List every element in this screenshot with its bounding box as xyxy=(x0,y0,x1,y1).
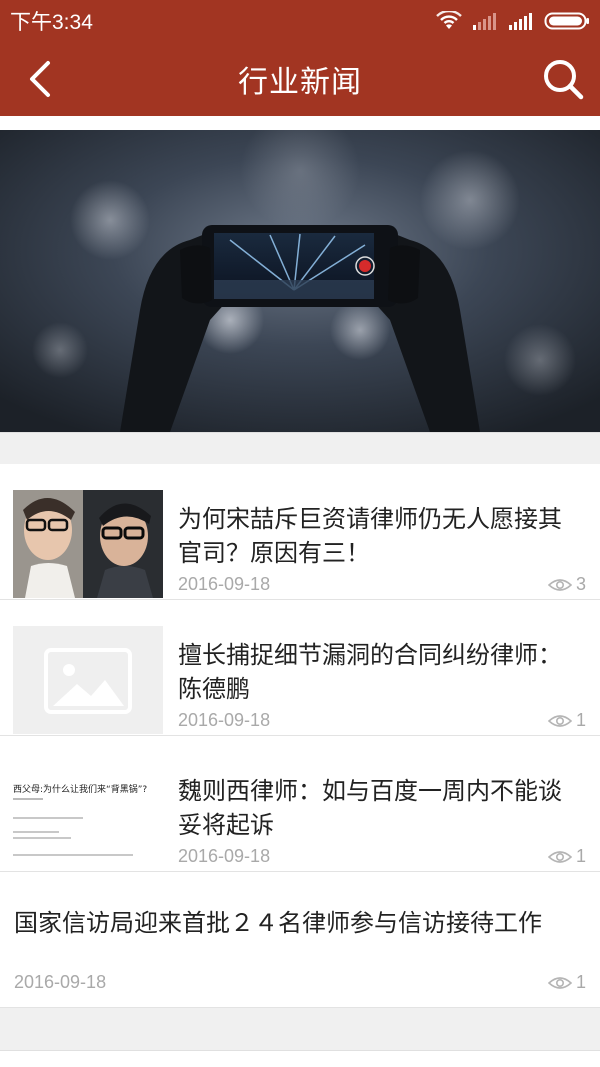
title-bar: 行业新闻 xyxy=(0,42,600,116)
news-item[interactable]: 擅长捕捉细节漏洞的合同纠纷律师：陈德鹏 2016-09-18 1 xyxy=(0,600,600,736)
back-button[interactable] xyxy=(18,54,62,104)
news-date: 2016-09-18 xyxy=(14,972,107,992)
view-count-value: 3 xyxy=(575,574,586,594)
header-divider xyxy=(0,116,600,130)
view-count-value: 1 xyxy=(575,846,586,866)
article-text-lines xyxy=(13,798,133,856)
signal-weak-icon xyxy=(473,13,496,30)
news-title: 为何宋喆斥巨资请律师仍无人愿接其官司？原因有三！ xyxy=(178,505,562,567)
news-title: 国家信访局迎来首批２４名律师参与信访接待工作 xyxy=(14,909,542,937)
next-card-edge xyxy=(0,1050,600,1067)
view-count: 1 xyxy=(547,846,586,867)
search-button[interactable] xyxy=(538,54,588,104)
status-time: 下午3:34 xyxy=(10,11,93,34)
signal-strong-icon xyxy=(509,13,532,30)
view-count-value: 1 xyxy=(575,972,586,992)
view-count: 3 xyxy=(547,574,586,595)
eye-icon xyxy=(547,850,572,863)
news-thumbnail xyxy=(13,626,163,734)
news-item[interactable]: 国家信访局迎来首批２４名律师参与信访接待工作 2016-09-18 1 xyxy=(0,872,600,1008)
news-item[interactable]: 为何宋喆斥巨资请律师仍无人愿接其官司？原因有三！ 2016-09-18 3 xyxy=(0,464,600,600)
news-item[interactable]: 西父母:为什么让我们来“背黑锅”? 魏则西律师：如与百度一周内不能谈妥将起诉 2… xyxy=(0,736,600,872)
view-count: 1 xyxy=(547,972,586,993)
article-text-snapshot: 西父母:为什么让我们来“背黑锅”? xyxy=(13,762,163,870)
news-date: 2016-09-18 xyxy=(178,846,271,866)
chevron-left-icon xyxy=(30,61,50,97)
news-date: 2016-09-18 xyxy=(178,710,271,730)
view-count: 1 xyxy=(547,710,586,731)
view-count-value: 1 xyxy=(575,710,586,730)
news-list: 为何宋喆斥巨资请律师仍无人愿接其官司？原因有三！ 2016-09-18 3 擅长… xyxy=(0,464,600,1008)
eye-icon xyxy=(547,976,572,989)
news-thumbnail xyxy=(13,490,163,598)
news-title: 魏则西律师：如与百度一周内不能谈妥将起诉 xyxy=(178,777,562,839)
search-icon xyxy=(544,60,584,100)
section-gap xyxy=(0,432,600,464)
status-icons xyxy=(436,11,590,31)
news-thumbnail: 西父母:为什么让我们来“背黑锅”? xyxy=(13,762,163,870)
status-bar: 下午3:34 xyxy=(0,0,600,42)
battery-icon xyxy=(544,12,589,30)
banner-image[interactable] xyxy=(0,130,600,432)
news-date: 2016-09-18 xyxy=(178,574,271,594)
news-title: 擅长捕捉细节漏洞的合同纠纷律师：陈德鹏 xyxy=(178,641,562,703)
phone-recording-concert-image xyxy=(0,130,600,432)
image-placeholder-icon xyxy=(13,626,163,734)
wifi-icon xyxy=(436,11,462,29)
eye-icon xyxy=(547,714,572,727)
eye-icon xyxy=(547,578,572,591)
portrait-photo xyxy=(13,490,163,598)
page-title: 行业新闻 xyxy=(238,65,362,100)
